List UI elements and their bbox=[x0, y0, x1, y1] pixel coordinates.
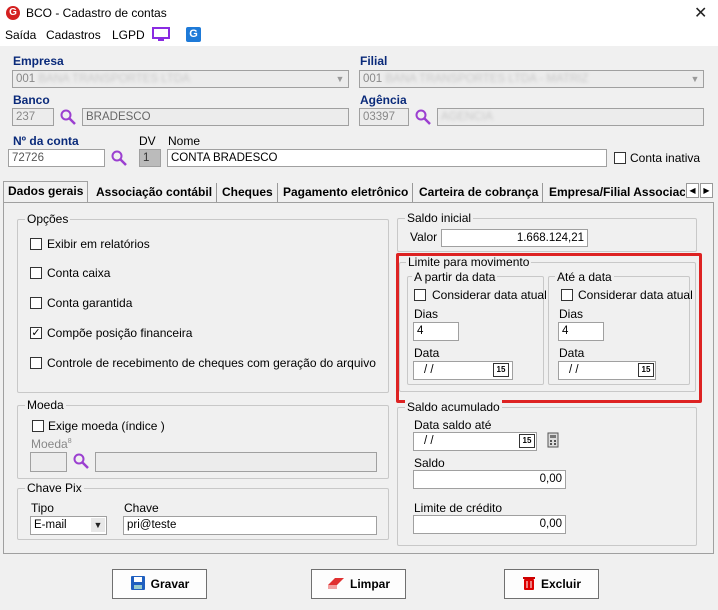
gravar-label: Gravar bbox=[150, 577, 190, 591]
exige-moeda-checkbox[interactable] bbox=[32, 420, 44, 432]
data-saldo-label: Data saldo até bbox=[414, 418, 492, 432]
banco-label: Banco bbox=[13, 93, 50, 107]
gravar-button[interactable]: Gravar bbox=[112, 569, 207, 599]
tab-scroll-left-icon[interactable]: ◀ bbox=[686, 183, 699, 198]
conta-field[interactable]: 72726 bbox=[8, 149, 105, 167]
tipo-select[interactable]: E-mail ▼ bbox=[30, 516, 107, 535]
conta-label: Nº da conta bbox=[13, 134, 79, 148]
empresa-label: Empresa bbox=[13, 54, 64, 68]
compoe-posicao-label: Compõe posição financeira bbox=[47, 326, 193, 340]
conta-caixa-label: Conta caixa bbox=[47, 266, 111, 280]
moeda-code-field[interactable] bbox=[30, 452, 67, 472]
g-app-icon[interactable]: G bbox=[186, 27, 201, 42]
tab-pagamento-eletronico[interactable]: Pagamento eletrônico bbox=[279, 183, 414, 202]
limpar-button[interactable]: Limpar bbox=[311, 569, 406, 599]
filial-select[interactable]: 001 BANA TRANSPORTES LTDA - MATRIZ ▼ bbox=[359, 70, 704, 88]
menu-cadastros[interactable]: Cadastros bbox=[46, 28, 101, 42]
search-icon[interactable] bbox=[73, 453, 89, 469]
conta-garantida-label: Conta garantida bbox=[47, 296, 133, 310]
dv-label: DV bbox=[139, 134, 156, 148]
search-icon[interactable] bbox=[111, 150, 127, 166]
tab-cheques[interactable]: Cheques bbox=[218, 183, 278, 202]
exibir-relatorios-label: Exibir em relatórios bbox=[47, 237, 150, 251]
limite-credito-label: Limite de crédito bbox=[414, 501, 503, 515]
exibir-relatorios-checkbox[interactable] bbox=[30, 238, 42, 250]
menu-lgpd[interactable]: LGPD bbox=[112, 28, 145, 42]
chave-label: Chave bbox=[124, 501, 159, 515]
limite-credito-field[interactable]: 0,00 bbox=[413, 515, 566, 534]
calculator-icon[interactable] bbox=[547, 432, 559, 448]
menu-saida[interactable]: Saída bbox=[5, 28, 36, 42]
saldo-acumulado-title: Saldo acumulado bbox=[405, 400, 502, 414]
tab-empresa-filial[interactable]: Empresa/Filial Associac bbox=[545, 183, 685, 202]
conta-inativa-checkbox[interactable] bbox=[614, 152, 626, 164]
compoe-posicao-checkbox[interactable]: ✓ bbox=[30, 327, 42, 339]
opcoes-title: Opções bbox=[25, 212, 71, 226]
agencia-name-field: AGENCIA bbox=[437, 108, 704, 126]
conta-caixa-checkbox[interactable] bbox=[30, 267, 42, 279]
app-logo-icon: G bbox=[6, 6, 20, 20]
moeda-label: Moeda8 bbox=[31, 437, 72, 451]
controle-cheques-label: Controle de recebimento de cheques com g… bbox=[47, 356, 376, 370]
excluir-label: Excluir bbox=[540, 577, 582, 591]
save-icon bbox=[130, 575, 146, 594]
saldo-inicial-title: Saldo inicial bbox=[405, 211, 474, 225]
agencia-label: Agência bbox=[360, 93, 407, 107]
conta-inativa-label: Conta inativa bbox=[630, 151, 701, 165]
tab-carteira-cobranca[interactable]: Carteira de cobrança bbox=[415, 183, 544, 202]
saldo-field[interactable]: 0,00 bbox=[413, 470, 566, 489]
moeda-name-field bbox=[95, 452, 377, 472]
moeda-title: Moeda bbox=[25, 398, 66, 412]
chevron-down-icon[interactable]: ▼ bbox=[333, 72, 347, 86]
tab-associacao-contabil[interactable]: Associação contábil bbox=[92, 183, 218, 202]
empresa-select[interactable]: 001 BANA TRANSPORTES LTDA ▼ bbox=[12, 70, 349, 88]
chave-field[interactable]: pri@teste bbox=[123, 516, 377, 535]
calendar-icon[interactable]: 15 bbox=[519, 434, 535, 448]
tipo-label: Tipo bbox=[31, 501, 54, 515]
valor-field[interactable]: 1.668.124,21 bbox=[441, 229, 588, 247]
exige-moeda-label: Exige moeda (índice ) bbox=[48, 419, 165, 433]
limpar-label: Limpar bbox=[349, 577, 390, 591]
close-button[interactable]: ✕ bbox=[694, 3, 707, 23]
valor-label: Valor bbox=[410, 230, 438, 244]
eraser-icon bbox=[327, 576, 345, 593]
nome-label: Nome bbox=[168, 134, 201, 148]
conta-garantida-checkbox[interactable] bbox=[30, 297, 42, 309]
agencia-code-field[interactable]: 03397 bbox=[359, 108, 409, 126]
filial-label: Filial bbox=[360, 54, 388, 68]
nome-field[interactable]: CONTA BRADESCO bbox=[167, 149, 607, 167]
window-title: BCO - Cadastro de contas bbox=[26, 6, 167, 20]
excluir-button[interactable]: Excluir bbox=[504, 569, 599, 599]
saldo-label: Saldo bbox=[414, 456, 445, 470]
search-icon[interactable] bbox=[60, 109, 76, 125]
chevron-down-icon[interactable]: ▼ bbox=[688, 72, 702, 86]
menu-bar bbox=[0, 26, 718, 46]
banco-code-field[interactable]: 237 bbox=[12, 108, 54, 126]
controle-cheques-checkbox[interactable] bbox=[30, 357, 42, 369]
banco-name-field: BRADESCO bbox=[82, 108, 349, 126]
pix-title: Chave Pix bbox=[25, 481, 84, 495]
monitor-icon[interactable] bbox=[152, 27, 170, 42]
trash-icon bbox=[522, 575, 536, 594]
highlight-box bbox=[396, 253, 702, 403]
search-icon[interactable] bbox=[415, 109, 431, 125]
dv-field[interactable]: 1 bbox=[139, 149, 161, 167]
tab-dados-gerais[interactable]: Dados gerais bbox=[3, 181, 89, 202]
tab-scroll-right-icon[interactable]: ▶ bbox=[700, 183, 713, 198]
chevron-down-icon[interactable]: ▼ bbox=[91, 518, 105, 532]
